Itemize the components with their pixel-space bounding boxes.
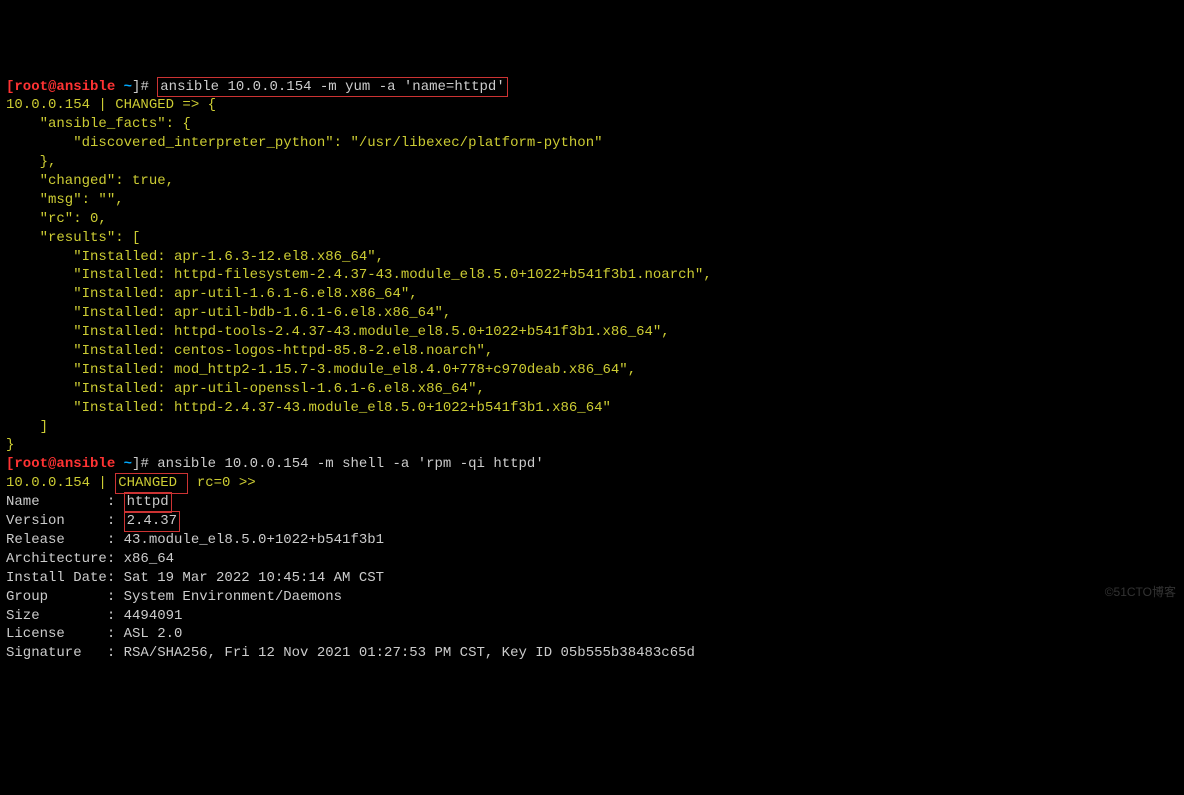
rpm-name-value-highlight: httpd (124, 492, 172, 513)
rpm-version-line: Version : 2.4.37 (6, 513, 180, 529)
result-item: "Installed: apr-1.6.3-12.el8.x86_64", (6, 249, 384, 265)
prompt-user-host: root@ansible (14, 79, 115, 95)
prompt-hash: ]# (132, 79, 149, 95)
rpm-name-line: Name : httpd (6, 494, 172, 510)
rpm-version-label: Version : (6, 513, 124, 529)
discovered-interpreter: "discovered_interpreter_python": "/usr/l… (6, 135, 603, 151)
ansible-facts-open: "ansible_facts": { (6, 116, 191, 132)
result-item: "Installed: apr-util-bdb-1.6.1-6.el8.x86… (6, 305, 451, 321)
watermark: ©51CTO博客 (1105, 584, 1176, 600)
rpm-group: Group : System Environment/Daemons (6, 589, 342, 605)
result-item: "Installed: httpd-2.4.37-43.module_el8.5… (6, 400, 611, 416)
shell-output-header: 10.0.0.154 | CHANGED rc=0 >> (6, 475, 256, 491)
result-item: "Installed: centos-logos-httpd-85.8-2.el… (6, 343, 493, 359)
result-item: "Installed: mod_http2-1.15.7-3.module_el… (6, 362, 636, 378)
msg-empty: "msg": "", (6, 192, 124, 208)
ansible-facts-close: }, (6, 154, 56, 170)
result-item: "Installed: apr-util-openssl-1.6.1-6.el8… (6, 381, 485, 397)
rpm-architecture: Architecture: x86_64 (6, 551, 174, 567)
changed-highlight: CHANGED (115, 473, 188, 494)
prompt-cwd: ~ (124, 456, 132, 472)
rpm-name-label: Name : (6, 494, 124, 510)
changed-true: "changed": true, (6, 173, 174, 189)
rpm-size: Size : 4494091 (6, 608, 182, 624)
result-item: "Installed: apr-util-1.6.1-6.el8.x86_64"… (6, 286, 418, 302)
rpm-license: License : ASL 2.0 (6, 626, 182, 642)
prompt-line-2[interactable]: [root@ansible ~]# ansible 10.0.0.154 -m … (6, 456, 544, 472)
header-pre: 10.0.0.154 | (6, 475, 115, 491)
results-open: "results": [ (6, 230, 140, 246)
json-close: } (6, 437, 14, 453)
ansible-output-header: 10.0.0.154 | CHANGED => { (6, 97, 216, 113)
command-2: ansible 10.0.0.154 -m shell -a 'rpm -qi … (157, 456, 543, 472)
rpm-signature: Signature : RSA/SHA256, Fri 12 Nov 2021 … (6, 645, 695, 661)
prompt-hash: ]# (132, 456, 149, 472)
command-1-highlight: ansible 10.0.0.154 -m yum -a 'name=httpd… (157, 77, 507, 98)
terminal-output: [root@ansible ~]# ansible 10.0.0.154 -m … (6, 78, 1178, 664)
rc-zero: "rc": 0, (6, 211, 107, 227)
prompt-cwd: ~ (124, 79, 132, 95)
prompt-user-host: root@ansible (14, 456, 115, 472)
results-close: ] (6, 419, 48, 435)
result-item: "Installed: httpd-tools-2.4.37-43.module… (6, 324, 670, 340)
rpm-install-date: Install Date: Sat 19 Mar 2022 10:45:14 A… (6, 570, 384, 586)
rpm-version-value-highlight: 2.4.37 (124, 511, 180, 532)
header-post: rc=0 >> (188, 475, 255, 491)
rpm-release: Release : 43.module_el8.5.0+1022+b541f3b… (6, 532, 384, 548)
result-item: "Installed: httpd-filesystem-2.4.37-43.m… (6, 267, 712, 283)
prompt-line-1[interactable]: [root@ansible ~]# ansible 10.0.0.154 -m … (6, 79, 508, 95)
